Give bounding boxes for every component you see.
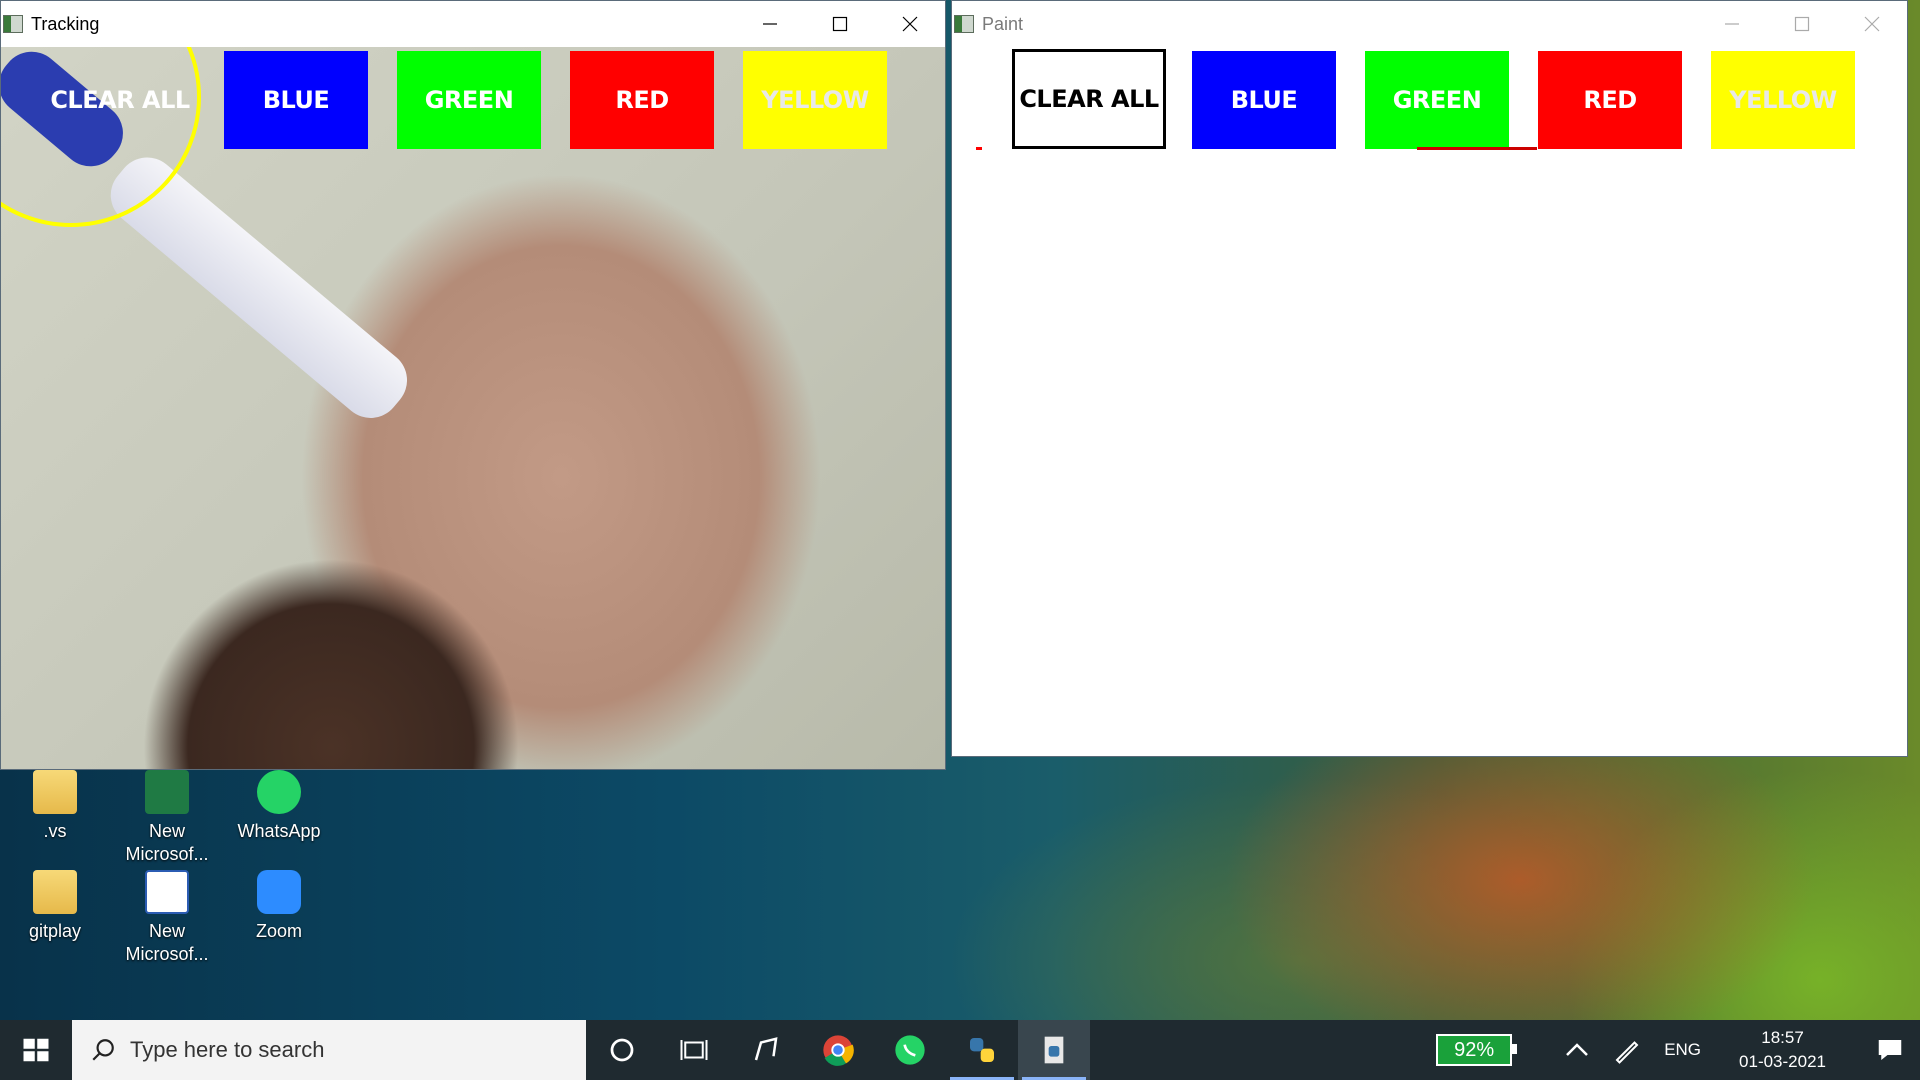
paint-window[interactable]: Paint CLEAR ALL BLUE GREEN RED YELLOW bbox=[951, 0, 1908, 757]
taskbar: Type here to search 92% ENG 18:57 01-03-… bbox=[0, 1020, 1920, 1080]
desktop-icon-zoom[interactable]: Zoom bbox=[231, 870, 327, 943]
notification-icon bbox=[1878, 1040, 1902, 1060]
tracking-green-button[interactable]: GREEN bbox=[397, 51, 541, 149]
tracking-yellow-button[interactable]: YELLOW bbox=[743, 51, 887, 149]
green-label: GREEN bbox=[424, 86, 514, 114]
desktop-icon-word[interactable]: New Microsof... bbox=[119, 870, 215, 966]
window-app-icon bbox=[954, 15, 974, 33]
windows-icon bbox=[23, 1038, 49, 1062]
tracking-titlebar[interactable]: Tracking bbox=[1, 1, 945, 47]
green-label: GREEN bbox=[1392, 86, 1482, 114]
chevron-up-icon bbox=[1566, 1043, 1589, 1056]
taskbar-app-chrome[interactable] bbox=[802, 1020, 874, 1080]
taskbar-search[interactable]: Type here to search bbox=[72, 1020, 586, 1080]
folder-icon bbox=[33, 770, 77, 814]
cortana-icon bbox=[610, 1038, 634, 1062]
music-icon bbox=[754, 1037, 778, 1061]
desktop-icon-label: New Microsof... bbox=[125, 921, 209, 964]
cortana-button[interactable] bbox=[586, 1020, 658, 1080]
python-icon bbox=[970, 1038, 994, 1062]
red-label: RED bbox=[1583, 86, 1637, 114]
excel-icon bbox=[145, 770, 189, 814]
whatsapp-icon bbox=[257, 770, 301, 814]
minimize-button[interactable] bbox=[1697, 1, 1767, 47]
tracking-title: Tracking bbox=[31, 13, 100, 34]
paint-blue-button[interactable]: BLUE bbox=[1192, 51, 1336, 149]
tracking-blue-button[interactable]: BLUE bbox=[224, 51, 368, 149]
folder-icon bbox=[33, 870, 77, 914]
clock[interactable]: 18:57 01-03-2021 bbox=[1739, 1026, 1826, 1074]
maximize-icon bbox=[832, 16, 848, 32]
chrome-icon bbox=[823, 1035, 854, 1066]
paint-green-button[interactable]: GREEN bbox=[1365, 51, 1509, 149]
desktop-icon-label: New Microsof... bbox=[125, 821, 209, 864]
maximize-button[interactable] bbox=[805, 1, 875, 47]
battery-indicator[interactable]: 92% bbox=[1436, 1034, 1518, 1066]
tracking-red-button[interactable]: RED bbox=[570, 51, 714, 149]
camera-feed: CLEAR ALL BLUE GREEN RED YELLOW bbox=[1, 47, 945, 769]
desktop-icon-label: gitplay bbox=[28, 921, 82, 941]
start-button[interactable] bbox=[0, 1020, 72, 1080]
paint-red-button[interactable]: RED bbox=[1538, 51, 1682, 149]
close-icon bbox=[902, 16, 918, 32]
clear-all-label: CLEAR ALL bbox=[1019, 85, 1159, 113]
maximize-icon bbox=[1794, 16, 1810, 32]
paint-clear-all-button[interactable]: CLEAR ALL bbox=[1012, 49, 1166, 149]
tracking-window[interactable]: Tracking CLEAR ALL BLUE GREEN RED YELLOW bbox=[0, 0, 946, 770]
task-view-icon bbox=[680, 1040, 708, 1060]
red-label: RED bbox=[615, 86, 669, 114]
maximize-button[interactable] bbox=[1767, 1, 1837, 47]
paint-stroke bbox=[1417, 147, 1537, 150]
python-file-icon bbox=[1044, 1036, 1064, 1064]
close-button[interactable] bbox=[875, 1, 945, 47]
clock-time: 18:57 bbox=[1761, 1028, 1804, 1047]
yellow-label: YELLOW bbox=[761, 86, 869, 114]
desktop-icon-label: .vs bbox=[43, 821, 67, 841]
desktop-icon-label: WhatsApp bbox=[237, 821, 321, 841]
taskbar-app-python[interactable] bbox=[946, 1020, 1018, 1080]
paint-title: Paint bbox=[982, 13, 1024, 34]
desktop-icon-whatsapp[interactable]: WhatsApp bbox=[231, 770, 327, 843]
action-center-button[interactable] bbox=[1860, 1020, 1920, 1080]
window-app-icon bbox=[3, 15, 23, 33]
word-icon bbox=[145, 870, 189, 914]
minimize-button[interactable] bbox=[735, 1, 805, 47]
zoom-icon bbox=[257, 870, 301, 914]
desktop-icon-gitplay[interactable]: gitplay bbox=[7, 870, 103, 943]
desktop-icon-vs[interactable]: .vs bbox=[7, 770, 103, 843]
language-indicator[interactable]: ENG bbox=[1664, 1040, 1701, 1060]
search-icon bbox=[92, 1039, 114, 1061]
system-tray: 92% ENG 18:57 01-03-2021 bbox=[1436, 1020, 1920, 1080]
task-view-button[interactable] bbox=[658, 1020, 730, 1080]
minimize-icon bbox=[763, 23, 777, 25]
taskbar-app-music[interactable] bbox=[730, 1020, 802, 1080]
taskbar-app-whatsapp[interactable] bbox=[874, 1020, 946, 1080]
paint-canvas[interactable]: CLEAR ALL BLUE GREEN RED YELLOW bbox=[952, 47, 1907, 756]
show-hidden-icons-button[interactable] bbox=[1552, 1020, 1602, 1080]
paint-yellow-button[interactable]: YELLOW bbox=[1711, 51, 1855, 149]
pen-workspace-button[interactable] bbox=[1602, 1020, 1652, 1080]
blue-label: BLUE bbox=[262, 86, 330, 114]
desktop-icon-label: Zoom bbox=[255, 921, 302, 941]
tracking-clear-all-button[interactable]: CLEAR ALL bbox=[44, 51, 196, 149]
close-icon bbox=[1864, 16, 1880, 32]
desktop-icon-excel[interactable]: New Microsof... bbox=[119, 770, 215, 866]
paint-titlebar[interactable]: Paint bbox=[952, 1, 1907, 47]
search-input[interactable]: Type here to search bbox=[130, 1037, 324, 1063]
clear-all-label: CLEAR ALL bbox=[50, 86, 190, 114]
taskbar-app-python-window[interactable] bbox=[1018, 1020, 1090, 1080]
battery-percent: 92% bbox=[1454, 1038, 1495, 1061]
clock-date: 01-03-2021 bbox=[1739, 1052, 1826, 1071]
yellow-label: YELLOW bbox=[1729, 86, 1837, 114]
blue-label: BLUE bbox=[1230, 86, 1298, 114]
whatsapp-icon bbox=[895, 1035, 925, 1065]
paint-stroke bbox=[976, 147, 982, 150]
pen-icon bbox=[1615, 1041, 1639, 1064]
minimize-icon bbox=[1725, 23, 1739, 25]
close-button[interactable] bbox=[1837, 1, 1907, 47]
